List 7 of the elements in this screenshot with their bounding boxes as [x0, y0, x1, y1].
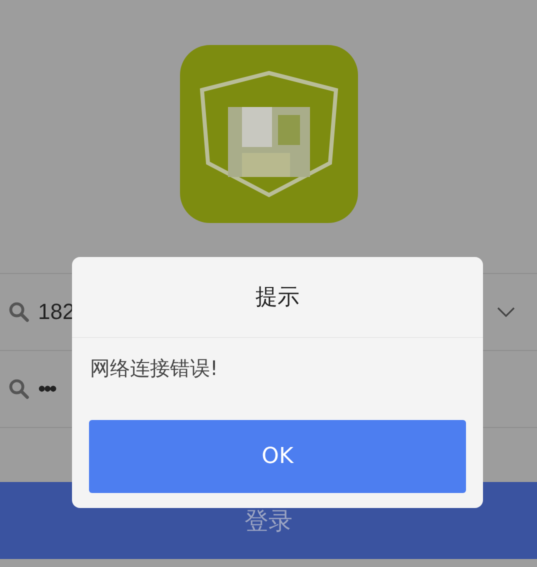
dialog-title: 提示 [72, 257, 483, 338]
ok-button[interactable]: OK [89, 420, 466, 493]
search-icon [8, 378, 30, 400]
dialog-message: 网络连接错误! [90, 356, 218, 380]
chevron-down-icon[interactable] [497, 307, 515, 317]
search-icon [8, 301, 30, 323]
app-logo-icon [180, 45, 358, 223]
